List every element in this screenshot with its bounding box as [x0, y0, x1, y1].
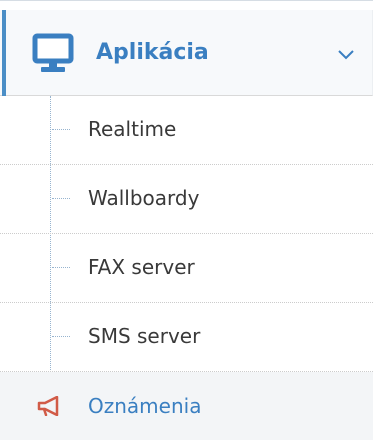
desktop-icon	[32, 33, 74, 73]
tree-branch	[52, 267, 70, 268]
tree-branch	[52, 336, 70, 337]
menu-item-label: Oznámenia	[88, 394, 202, 418]
tree-branch	[52, 198, 70, 199]
menu-item-aplikacia[interactable]: Aplikácia	[0, 10, 373, 96]
submenu-item-fax-server[interactable]: FAX server	[0, 234, 373, 303]
sidebar-menu: Aplikácia Realtime Wallboardy FAX server…	[0, 0, 373, 440]
submenu-item-wallboardy[interactable]: Wallboardy	[0, 165, 373, 234]
menu-item-oznamenia[interactable]: Oznámenia	[0, 372, 373, 440]
bullhorn-icon	[37, 395, 63, 417]
submenu-item-label: SMS server	[88, 324, 201, 348]
menu-title: Aplikácia	[96, 40, 209, 65]
tree-branch	[52, 129, 70, 130]
submenu-item-label: Wallboardy	[88, 186, 200, 210]
active-indicator	[2, 10, 6, 96]
submenu-item-label: Realtime	[88, 117, 177, 141]
chevron-down-icon[interactable]	[337, 46, 355, 60]
submenu-item-realtime[interactable]: Realtime	[0, 96, 373, 165]
submenu-item-label: FAX server	[88, 255, 195, 279]
submenu-item-sms-server[interactable]: SMS server	[0, 303, 373, 372]
